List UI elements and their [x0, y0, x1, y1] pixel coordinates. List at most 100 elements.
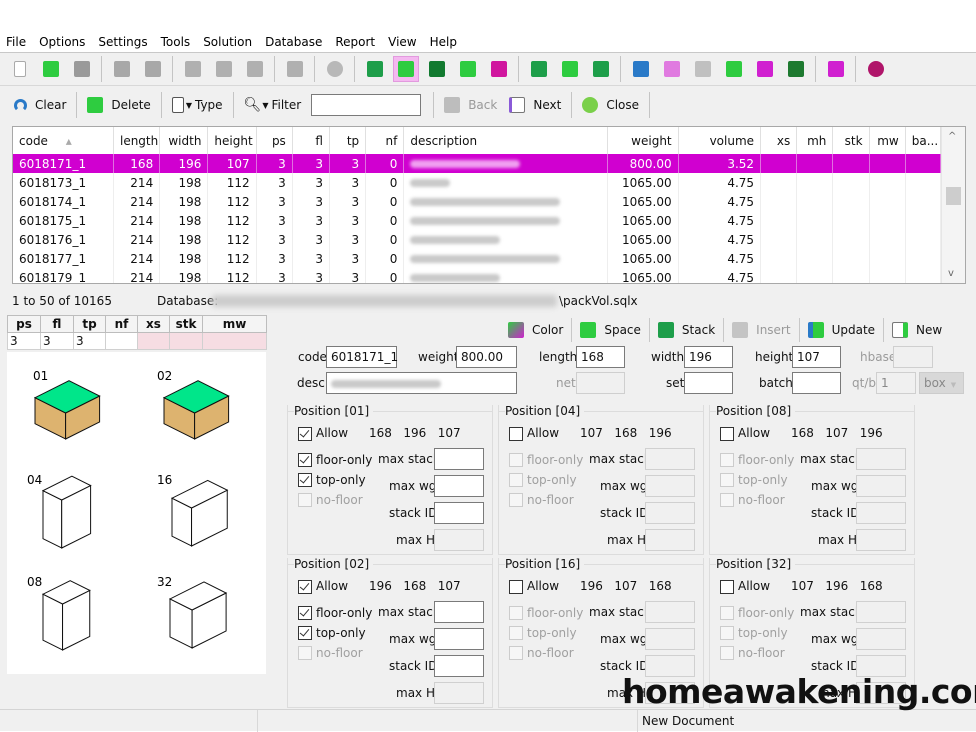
- table-row[interactable]: 6018179_1 214 198 112 3 3 3 0 1065.00 4.75: [13, 268, 942, 283]
- swap-button[interactable]: [721, 56, 747, 82]
- column-header-height[interactable]: height: [207, 127, 257, 154]
- column-header-stk[interactable]: stk: [832, 127, 870, 154]
- delete-button[interactable]: Delete: [81, 92, 156, 118]
- height-field[interactable]: 107: [792, 346, 841, 368]
- space-button[interactable]: Space: [572, 317, 649, 343]
- menu-view[interactable]: View: [388, 35, 416, 49]
- import-button[interactable]: [362, 56, 388, 82]
- tools-button[interactable]: [211, 56, 237, 82]
- refresh-doc-button[interactable]: [180, 56, 206, 82]
- no-floor-checkbox[interactable]: [720, 493, 734, 507]
- prop-value-ps[interactable]: 3: [7, 332, 41, 350]
- column-header-xs[interactable]: xs: [760, 127, 798, 154]
- save-button[interactable]: [69, 56, 95, 82]
- max-h-input[interactable]: [434, 529, 484, 551]
- prop-value-tp[interactable]: 3: [73, 332, 106, 350]
- help-button[interactable]: [863, 56, 889, 82]
- column-header-mh[interactable]: mh: [796, 127, 834, 154]
- allow-checkbox[interactable]: [720, 580, 734, 594]
- allow-checkbox[interactable]: [720, 427, 734, 441]
- scroll-down-icon[interactable]: v: [948, 268, 954, 279]
- max-stack-input[interactable]: [434, 448, 484, 470]
- orientation-02[interactable]: 02: [157, 369, 230, 440]
- grid-scrollbar[interactable]: ^ v: [941, 127, 965, 283]
- top-only-checkbox[interactable]: [509, 473, 523, 487]
- no-floor-checkbox[interactable]: [720, 646, 734, 660]
- no-floor-checkbox[interactable]: [298, 493, 312, 507]
- scroll-thumb[interactable]: [946, 187, 961, 205]
- container-button[interactable]: [455, 56, 481, 82]
- table-button[interactable]: [783, 56, 809, 82]
- orientation-04[interactable]: 04: [27, 473, 92, 549]
- top-only-checkbox[interactable]: [720, 473, 734, 487]
- filter-input[interactable]: [311, 94, 422, 116]
- column-header-mw[interactable]: mw: [869, 127, 906, 154]
- table-row[interactable]: 6018177_1 214 198 112 3 3 3 0 1065.00 4.75: [13, 249, 942, 268]
- floor-only-checkbox[interactable]: [298, 606, 312, 620]
- max-wg-input[interactable]: [434, 628, 484, 650]
- menu-database[interactable]: Database: [265, 35, 322, 49]
- layers-dropdown-button[interactable]: [282, 56, 308, 82]
- max-stack-input[interactable]: [645, 601, 695, 623]
- set-field[interactable]: [684, 372, 733, 394]
- max-wg-input[interactable]: [856, 475, 906, 497]
- top-only-checkbox[interactable]: [298, 626, 312, 640]
- column-header-volume[interactable]: volume: [678, 127, 762, 154]
- no-floor-checkbox[interactable]: [509, 646, 523, 660]
- fit-button[interactable]: [823, 56, 849, 82]
- column-header-tp[interactable]: tp: [329, 127, 367, 154]
- length-field[interactable]: 168: [576, 346, 625, 368]
- column-header-fl[interactable]: fl: [292, 127, 330, 154]
- max-wg-input[interactable]: [645, 628, 695, 650]
- weight-field[interactable]: 800.00: [456, 346, 517, 368]
- column-header-code[interactable]: code ▴: [13, 127, 114, 154]
- qtb-field[interactable]: 1: [876, 372, 916, 394]
- menu-file[interactable]: File: [6, 35, 26, 49]
- menu-tools[interactable]: Tools: [161, 35, 191, 49]
- net-field[interactable]: [576, 372, 625, 394]
- max-h-input[interactable]: [434, 682, 484, 704]
- update-button[interactable]: Update: [800, 317, 883, 343]
- column-header-description[interactable]: description: [403, 127, 609, 154]
- stack-button[interactable]: Stack: [650, 317, 723, 343]
- no-floor-checkbox[interactable]: [298, 646, 312, 660]
- max-stack-input[interactable]: [434, 601, 484, 623]
- menu-settings[interactable]: Settings: [98, 35, 147, 49]
- description-field[interactable]: [326, 372, 517, 394]
- width-field[interactable]: 196: [684, 346, 733, 368]
- orientation-08[interactable]: 08: [27, 575, 91, 651]
- allow-checkbox[interactable]: [298, 427, 312, 441]
- prop-value-fl[interactable]: 3: [40, 332, 74, 350]
- gear-button[interactable]: [322, 56, 348, 82]
- top-only-checkbox[interactable]: [720, 626, 734, 640]
- table-row[interactable]: 6018174_1 214 198 112 3 3 3 0 1065.00 4.75: [13, 192, 942, 211]
- back-button[interactable]: Back: [438, 92, 503, 118]
- table-row[interactable]: 6018176_1 214 198 112 3 3 3 0 1065.00 4.75: [13, 230, 942, 249]
- floor-only-checkbox[interactable]: [298, 453, 312, 467]
- max-wg-input[interactable]: [434, 475, 484, 497]
- column-header-nf[interactable]: nf: [365, 127, 405, 154]
- type-dropdown-button[interactable]: ▼ Type: [166, 92, 229, 118]
- open-folder-button[interactable]: [38, 56, 64, 82]
- max-stack-input[interactable]: [645, 448, 695, 470]
- floor-only-checkbox[interactable]: [720, 606, 734, 620]
- allow-checkbox[interactable]: [509, 580, 523, 594]
- allow-checkbox[interactable]: [509, 427, 523, 441]
- color-dropdown-button[interactable]: [752, 56, 778, 82]
- table-row[interactable]: 6018171_1 168 196 107 3 3 3 0 800.00 3.52: [13, 154, 942, 173]
- close-button[interactable]: Close: [576, 92, 645, 118]
- max-stack-input[interactable]: [856, 601, 906, 623]
- stack-id-input[interactable]: [434, 655, 484, 677]
- column-header-weight[interactable]: weight: [607, 127, 679, 154]
- max-stack-input[interactable]: [856, 448, 906, 470]
- next-button[interactable]: Next: [503, 92, 567, 118]
- pallet-button[interactable]: [486, 56, 512, 82]
- prop-value-mw[interactable]: [202, 332, 267, 350]
- column-header-width[interactable]: width: [159, 127, 209, 154]
- list-button[interactable]: [588, 56, 614, 82]
- allow-checkbox[interactable]: [298, 580, 312, 594]
- menu-options[interactable]: Options: [39, 35, 85, 49]
- menu-report[interactable]: Report: [335, 35, 375, 49]
- stack-id-input[interactable]: [856, 502, 906, 524]
- top-only-checkbox[interactable]: [509, 626, 523, 640]
